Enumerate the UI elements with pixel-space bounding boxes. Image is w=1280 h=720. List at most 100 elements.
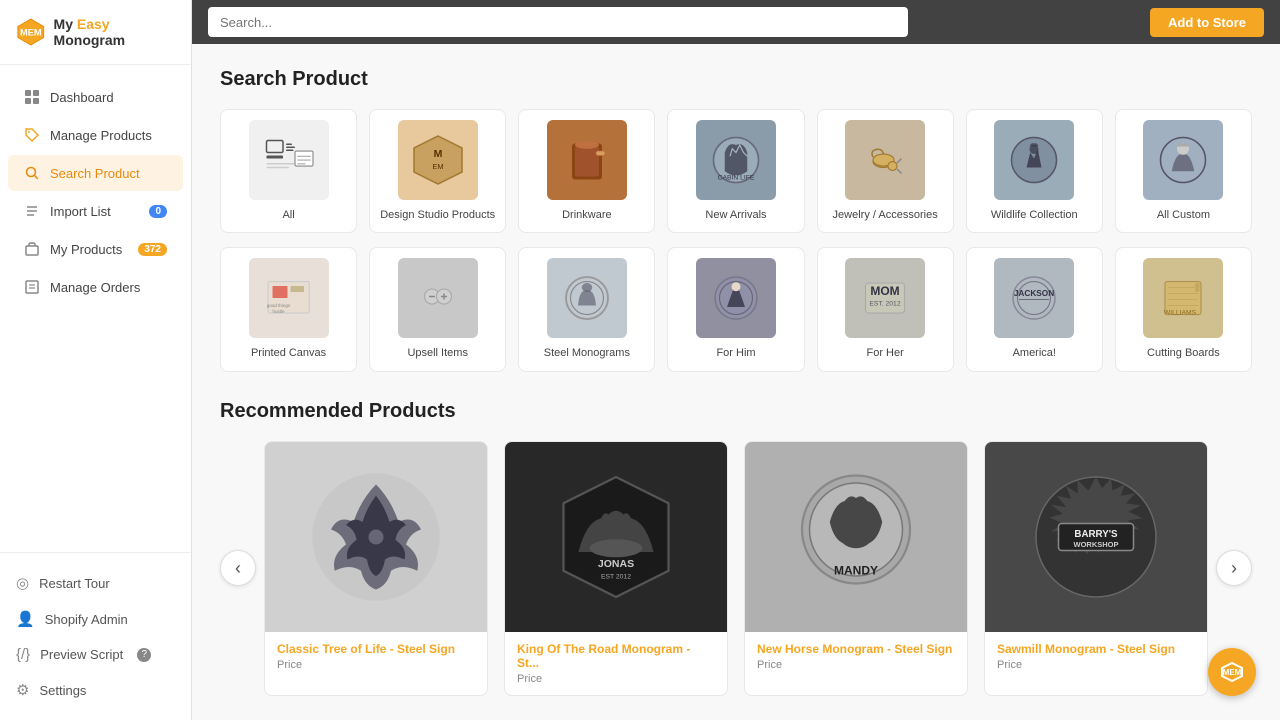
category-label-all-custom: All Custom <box>1157 208 1210 222</box>
location-icon: ◎ <box>16 574 29 592</box>
product-info-2: New Horse Monogram - Steel Sign Price <box>745 632 967 681</box>
category-card-for-her[interactable]: MOM EST. 2012 For Her <box>817 247 954 371</box>
category-label-design-studio: Design Studio Products <box>380 208 495 222</box>
code-icon: {/} <box>16 646 30 663</box>
fab-button[interactable]: MEM <box>1208 648 1256 696</box>
category-card-upsell[interactable]: Upsell Items <box>369 247 506 371</box>
recommended-title: Recommended Products <box>220 400 1252 423</box>
content-area: Search Product <box>192 44 1280 720</box>
category-image-design: M EM <box>398 120 478 200</box>
logo-text: My Easy Monogram <box>54 16 175 48</box>
category-grid-row1: All M EM Design Studio Products <box>220 109 1252 233</box>
orders-icon <box>24 279 40 295</box>
category-label-all: All <box>282 208 294 222</box>
category-label-for-him: For Him <box>716 346 755 360</box>
category-image-steel <box>547 258 627 338</box>
svg-text:MEM: MEM <box>1223 668 1242 677</box>
category-image-drinkware <box>547 120 627 200</box>
sidebar-item-search-product[interactable]: Search Product <box>8 155 183 191</box>
main-content: Add to Store Search Product <box>192 0 1280 720</box>
svg-text:JACKSON: JACKSON <box>1014 289 1054 298</box>
category-image-cutting-boards: WILLIAMS <box>1143 258 1223 338</box>
category-card-all-custom[interactable]: All Custom <box>1115 109 1252 233</box>
product-image-3: BARRY'S WORKSHOP <box>985 442 1207 632</box>
category-image-for-her: MOM EST. 2012 <box>845 258 925 338</box>
logo-icon: MEM <box>16 16 46 48</box>
search-nav-icon <box>24 165 40 181</box>
sidebar-item-dashboard[interactable]: Dashboard <box>8 79 183 115</box>
logo: MEM My Easy Monogram <box>0 0 191 65</box>
svg-text:CABIN LIFE: CABIN LIFE <box>718 175 755 182</box>
person-icon: 👤 <box>16 610 35 628</box>
shopify-admin-item[interactable]: 👤 Shopify Admin <box>8 601 183 637</box>
svg-text:EST 2012: EST 2012 <box>601 573 631 580</box>
product-card-3[interactable]: BARRY'S WORKSHOP Sawmill Monogram - Stee… <box>984 441 1208 696</box>
product-price-2: Price <box>757 659 955 671</box>
my-products-badge: 372 <box>138 243 167 256</box>
restart-tour-item[interactable]: ◎ Restart Tour <box>8 565 183 601</box>
category-card-all[interactable]: All <box>220 109 357 233</box>
product-card-1[interactable]: JONAS EST 2012 King Of The Road Monogram… <box>504 441 728 696</box>
sidebar-item-manage-products[interactable]: Manage Products <box>8 117 183 153</box>
product-image-0 <box>265 442 487 632</box>
category-card-design-studio[interactable]: M EM Design Studio Products <box>369 109 506 233</box>
sidebar-item-label: Manage Orders <box>50 280 140 295</box>
category-image-jewelry <box>845 120 925 200</box>
product-price-1: Price <box>517 673 715 685</box>
sidebar: MEM My Easy Monogram Dashboard Manage Pr… <box>0 0 192 720</box>
box-icon <box>24 241 40 257</box>
sidebar-item-label: Dashboard <box>50 90 114 105</box>
category-image-all-custom <box>1143 120 1223 200</box>
category-card-drinkware[interactable]: Drinkware <box>518 109 655 233</box>
category-grid-row2: good things hustle Printed Canvas <box>220 247 1252 371</box>
product-grid: Classic Tree of Life - Steel Sign Price … <box>264 441 1208 696</box>
sidebar-nav: Dashboard Manage Products Search Product… <box>0 65 191 552</box>
svg-text:MEM: MEM <box>20 28 42 38</box>
sidebar-item-my-products[interactable]: My Products 372 <box>8 231 183 267</box>
product-title-0: Classic Tree of Life - Steel Sign <box>277 642 475 656</box>
product-card-0[interactable]: Classic Tree of Life - Steel Sign Price <box>264 441 488 696</box>
preview-script-label: Preview Script <box>40 647 123 662</box>
category-image-all <box>249 120 329 200</box>
category-card-new-arrivals[interactable]: CABIN LIFE New Arrivals <box>667 109 804 233</box>
sidebar-bottom: ◎ Restart Tour 👤 Shopify Admin {/} Previ… <box>0 552 191 720</box>
sidebar-item-import-list[interactable]: Import List 0 <box>8 193 183 229</box>
product-price-0: Price <box>277 659 475 671</box>
category-label-drinkware: Drinkware <box>562 208 612 222</box>
sidebar-item-label: My Products <box>50 242 122 257</box>
svg-text:EM: EM <box>432 162 443 171</box>
product-title-3: Sawmill Monogram - Steel Sign <box>997 642 1195 656</box>
category-label-steel-monograms: Steel Monograms <box>544 346 630 360</box>
category-label-for-her: For Her <box>866 346 903 360</box>
search-input[interactable] <box>208 7 908 37</box>
sidebar-item-label: Import List <box>50 204 111 219</box>
list-icon <box>24 203 40 219</box>
preview-script-item[interactable]: {/} Preview Script ? <box>8 637 183 672</box>
add-to-store-button[interactable]: Add to Store <box>1150 8 1264 37</box>
svg-text:WORKSHOP: WORKSHOP <box>1074 539 1119 548</box>
restart-tour-label: Restart Tour <box>39 576 110 591</box>
category-card-cutting-boards[interactable]: WILLIAMS Cutting Boards <box>1115 247 1252 371</box>
product-card-2[interactable]: MANDY New Horse Monogram - Steel Sign Pr… <box>744 441 968 696</box>
prev-arrow[interactable]: ‹ <box>220 550 256 586</box>
category-card-america[interactable]: JACKSON America! <box>966 247 1103 371</box>
category-card-jewelry[interactable]: Jewelry / Accessories <box>817 109 954 233</box>
settings-item[interactable]: ⚙ Settings <box>8 672 183 708</box>
topbar: Add to Store <box>192 0 1280 44</box>
category-card-printed-canvas[interactable]: good things hustle Printed Canvas <box>220 247 357 371</box>
import-list-badge: 0 <box>149 205 167 218</box>
svg-text:M: M <box>433 148 442 160</box>
category-label-upsell: Upsell Items <box>407 346 468 360</box>
sidebar-item-manage-orders[interactable]: Manage Orders <box>8 269 183 305</box>
recommended-row: ‹ Classic Tree of <box>220 441 1252 696</box>
category-card-for-him[interactable]: For Him <box>667 247 804 371</box>
help-icon[interactable]: ? <box>137 648 151 662</box>
category-card-steel-monograms[interactable]: Steel Monograms <box>518 247 655 371</box>
next-arrow[interactable]: › <box>1216 550 1252 586</box>
product-info-3: Sawmill Monogram - Steel Sign Price <box>985 632 1207 681</box>
svg-text:EST. 2012: EST. 2012 <box>870 301 901 308</box>
category-card-wildlife[interactable]: Wildlife Collection <box>966 109 1103 233</box>
category-image-america: JACKSON <box>994 258 1074 338</box>
search-product-title: Search Product <box>220 68 1252 91</box>
shopify-admin-label: Shopify Admin <box>45 612 128 627</box>
